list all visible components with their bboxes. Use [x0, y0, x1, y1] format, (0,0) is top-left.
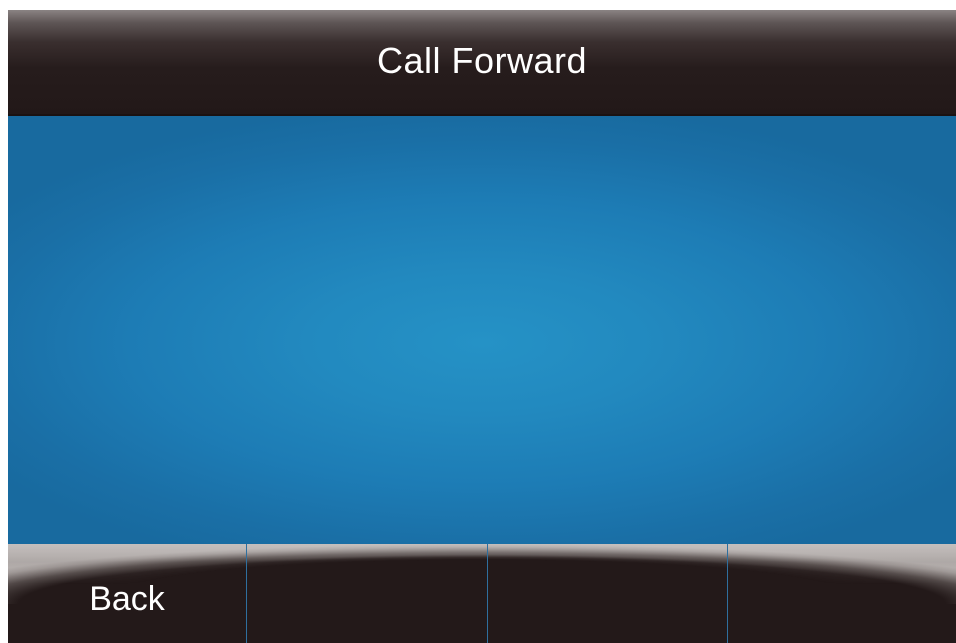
- softkey-2[interactable]: [246, 544, 487, 643]
- softkey-divider: [727, 544, 728, 643]
- title-bar: Call Forward: [8, 10, 956, 116]
- softkey-divider: [487, 544, 488, 643]
- content-area: [8, 116, 956, 544]
- phone-screen: Call Forward Back: [8, 10, 956, 643]
- back-softkey-label: Back: [89, 580, 165, 618]
- softkey-3[interactable]: [487, 544, 727, 643]
- back-softkey[interactable]: Back: [8, 544, 246, 643]
- softkey-4[interactable]: [727, 544, 956, 643]
- page-title: Call Forward: [376, 40, 588, 81]
- softkey-bar: Back: [8, 544, 956, 643]
- softkey-divider: [246, 544, 247, 643]
